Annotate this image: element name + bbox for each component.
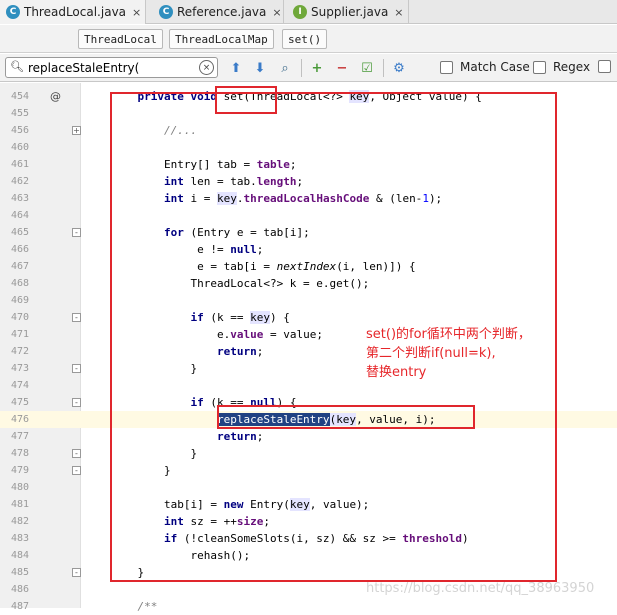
words-checkbox[interactable] bbox=[598, 60, 611, 73]
line-number: 474 bbox=[10, 380, 29, 391]
close-icon[interactable]: × bbox=[272, 6, 281, 19]
line-number: 462 bbox=[10, 176, 29, 187]
words-option[interactable] bbox=[598, 60, 617, 73]
toolbar-divider bbox=[301, 59, 302, 77]
match-case-checkbox[interactable] bbox=[440, 60, 453, 74]
regex-label: Regex bbox=[553, 60, 591, 74]
line-number: 463 bbox=[10, 193, 29, 204]
remove-selection-icon[interactable]: − bbox=[333, 59, 351, 77]
fold-collapse-icon[interactable]: - bbox=[72, 449, 81, 458]
tab-label: Supplier.java bbox=[311, 5, 389, 19]
fold-collapse-icon[interactable]: - bbox=[72, 466, 81, 475]
tab-reference[interactable]: C Reference.java × bbox=[153, 0, 284, 24]
line-number: 467 bbox=[10, 261, 29, 272]
next-occurrence-icon[interactable]: ⬇︎ bbox=[251, 59, 269, 77]
line-number: 470 bbox=[10, 312, 29, 323]
search-input[interactable] bbox=[28, 59, 198, 76]
line-number: 479 bbox=[10, 465, 29, 476]
class-icon: C bbox=[6, 5, 20, 19]
line-number: 484 bbox=[10, 550, 29, 561]
settings-gear-icon[interactable]: ⚙︎ bbox=[390, 59, 408, 77]
annotation-note: set()的for循环中两个判断， 第二个判断if(null=k), 替换ent… bbox=[366, 325, 556, 382]
fold-collapse-icon[interactable]: - bbox=[72, 313, 81, 322]
line-number: 466 bbox=[10, 244, 29, 255]
tab-label: Reference.java bbox=[177, 5, 267, 19]
line-number: 456 bbox=[10, 125, 29, 136]
find-all-icon[interactable]: ⌕ bbox=[276, 59, 294, 77]
clear-search-icon[interactable]: × bbox=[199, 60, 214, 75]
close-icon[interactable]: × bbox=[394, 6, 403, 19]
line-number: 461 bbox=[10, 159, 29, 170]
breadcrumb-item-set[interactable]: set() bbox=[282, 29, 328, 49]
watermark: https://blog.csdn.net/qq_38963950 bbox=[366, 581, 595, 596]
line-number: 472 bbox=[10, 346, 29, 357]
class-icon: C bbox=[159, 5, 173, 19]
override-marker-icon[interactable]: @ bbox=[50, 88, 61, 105]
line-number: 475 bbox=[10, 397, 29, 408]
line-number: 485 bbox=[10, 567, 29, 578]
line-number: 482 bbox=[10, 516, 29, 527]
line-number: 455 bbox=[10, 108, 29, 119]
previous-occurrence-icon[interactable]: ⬆︎ bbox=[227, 59, 245, 77]
breadcrumb-item-threadlocalmap[interactable]: ThreadLocalMap bbox=[169, 29, 274, 49]
search-icon[interactable]: 🔍︎ bbox=[10, 60, 24, 73]
breadcrumb: ThreadLocal ThreadLocalMap set() bbox=[0, 25, 617, 53]
line-number: 480 bbox=[10, 482, 29, 493]
code-text: /** bbox=[137, 600, 158, 613]
add-selection-icon[interactable]: + bbox=[308, 59, 326, 77]
line-number: 481 bbox=[10, 499, 29, 510]
search-box: 🔍︎ × bbox=[5, 57, 218, 78]
match-case-option[interactable]: Match Case bbox=[440, 60, 530, 74]
select-all-occurrences-icon[interactable]: ☑ bbox=[358, 59, 376, 77]
set-highlight-box bbox=[215, 86, 277, 114]
line-number: 468 bbox=[10, 278, 29, 289]
fold-collapse-icon[interactable]: - bbox=[72, 364, 81, 373]
match-case-label: Match Case bbox=[460, 60, 530, 74]
close-icon[interactable]: × bbox=[132, 6, 141, 19]
tab-label: ThreadLocal.java bbox=[24, 5, 127, 19]
line-number: 469 bbox=[10, 295, 29, 306]
fold-collapse-icon[interactable]: - bbox=[72, 228, 81, 237]
regex-checkbox[interactable] bbox=[533, 60, 546, 74]
editor-tab-bar: C ThreadLocal.java × C Reference.java × … bbox=[0, 0, 617, 24]
fold-collapse-icon[interactable]: - bbox=[72, 398, 81, 407]
line-number: 473 bbox=[10, 363, 29, 374]
find-toolbar: 🔍︎ × ⬆︎ ⬇︎ ⌕ + − ☑ ⚙︎ Match Case Regex bbox=[0, 54, 617, 82]
line-number: 471 bbox=[10, 329, 29, 340]
call-highlight-box bbox=[217, 405, 475, 429]
line-number: 478 bbox=[10, 448, 29, 459]
interface-icon: I bbox=[293, 5, 307, 19]
fold-expand-icon[interactable]: + bbox=[72, 126, 81, 135]
fold-collapse-icon[interactable]: - bbox=[72, 568, 81, 577]
code-line[interactable]: 487 /** bbox=[0, 598, 617, 615]
line-number: 464 bbox=[10, 210, 29, 221]
breadcrumb-item-threadlocal[interactable]: ThreadLocal bbox=[78, 29, 163, 49]
regex-option[interactable]: Regex bbox=[533, 60, 590, 74]
tab-supplier[interactable]: I Supplier.java × bbox=[287, 0, 409, 24]
line-number: 460 bbox=[10, 142, 29, 153]
line-number: 476 bbox=[10, 414, 29, 425]
line-number: 483 bbox=[10, 533, 29, 544]
line-number: 487 bbox=[10, 601, 29, 612]
line-number: 465 bbox=[10, 227, 29, 238]
annotation-line: set()的for循环中两个判断， bbox=[366, 327, 531, 342]
tab-threadlocal[interactable]: C ThreadLocal.java × bbox=[0, 0, 146, 24]
line-number: 477 bbox=[10, 431, 29, 442]
toolbar-divider bbox=[383, 59, 384, 77]
line-number: 454 bbox=[10, 91, 29, 102]
line-number: 486 bbox=[10, 584, 29, 595]
annotation-line: 替换entry bbox=[366, 365, 427, 380]
annotation-line: 第二个判断if(null=k), bbox=[366, 346, 496, 361]
